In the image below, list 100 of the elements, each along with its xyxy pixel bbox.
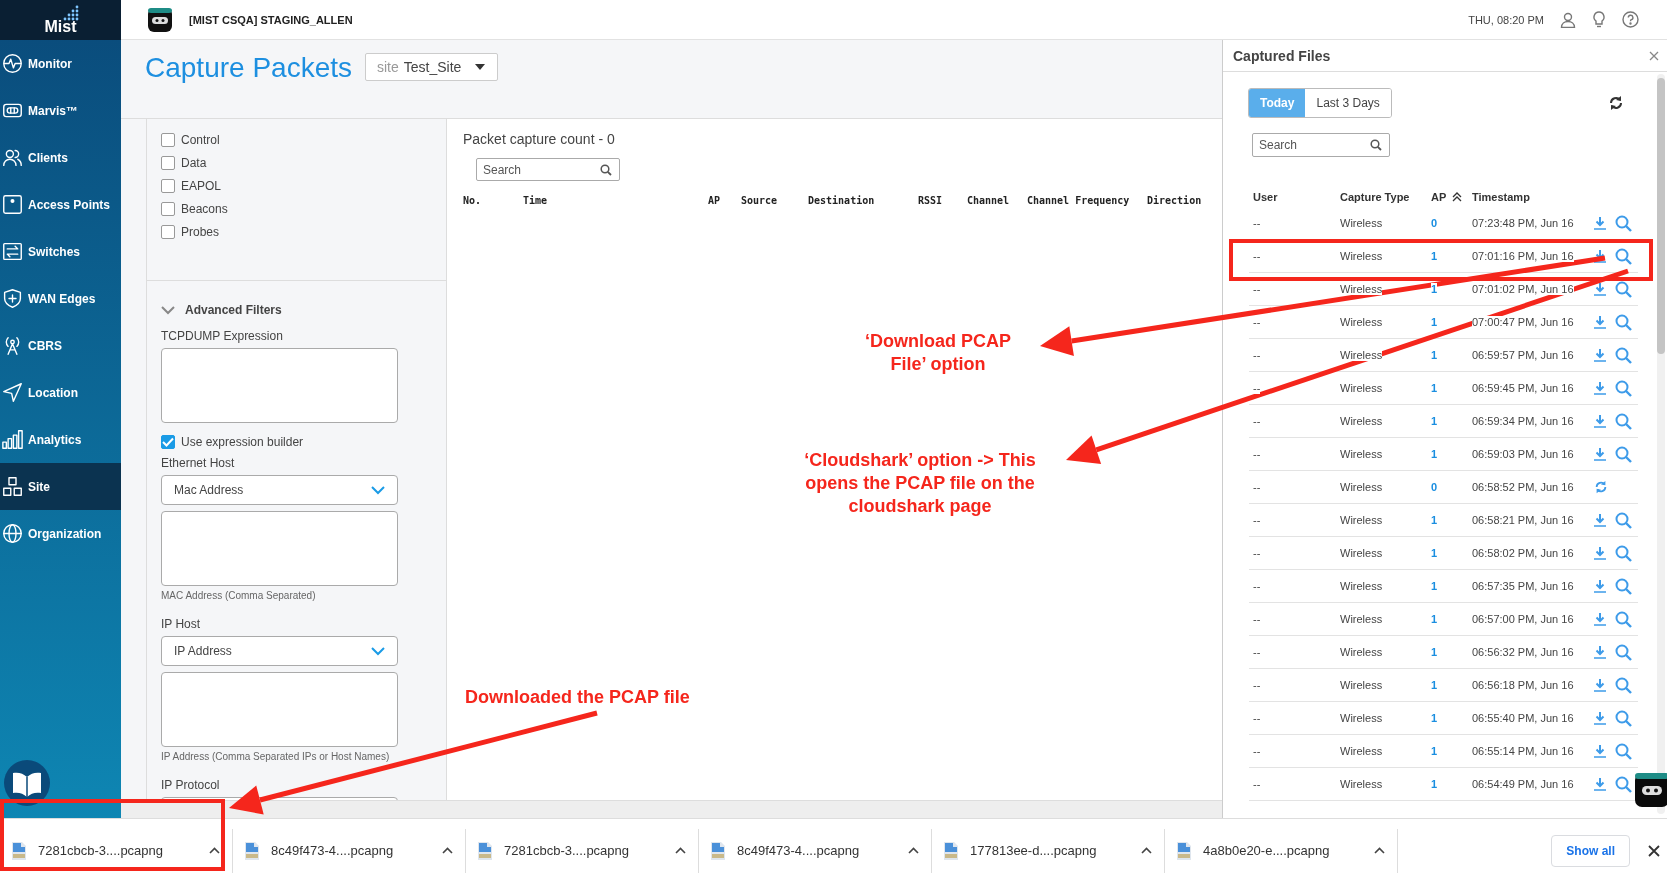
download-icon[interactable]	[1594, 579, 1606, 593]
ap-link[interactable]: 1	[1431, 316, 1438, 328]
column-header[interactable]: AP	[708, 195, 721, 206]
download-icon[interactable]	[1594, 711, 1606, 725]
nav-item[interactable]: CBRS	[0, 322, 121, 369]
refresh-icon[interactable]	[1608, 95, 1624, 111]
column-header[interactable]: Time	[523, 195, 548, 206]
show-all-button[interactable]: Show all	[1551, 834, 1630, 867]
ap-link[interactable]: 1	[1431, 580, 1438, 592]
ap-link[interactable]: 1	[1431, 547, 1438, 559]
ap-link[interactable]: 1	[1431, 448, 1438, 460]
nav-item[interactable]: Organization	[0, 510, 121, 557]
nav-item[interactable]: Switches	[0, 228, 121, 275]
ap-link[interactable]: 1	[1431, 283, 1438, 295]
ap-link[interactable]: 1	[1431, 646, 1438, 658]
download-item[interactable]: 177813ee-d....pcapng	[932, 828, 1165, 873]
download-icon[interactable]	[1594, 744, 1606, 758]
book-icon[interactable]	[4, 760, 50, 806]
ap-link[interactable]: 1	[1431, 613, 1438, 625]
field-label: IP Host	[161, 617, 202, 631]
checkbox[interactable]	[161, 155, 175, 170]
nav-item[interactable]: Access Points	[0, 181, 121, 228]
checkbox[interactable]	[161, 178, 175, 193]
search-icon[interactable]	[600, 163, 612, 176]
download-icon[interactable]	[1594, 678, 1606, 692]
download-icon[interactable]	[1594, 546, 1606, 560]
table-cell: 06:56:18 PM, Jun 16	[1472, 679, 1574, 691]
column-header[interactable]: RSSI	[918, 195, 943, 206]
ap-link[interactable]: 1	[1431, 679, 1438, 691]
close-icon[interactable]	[1648, 844, 1660, 857]
ap-link[interactable]: 1	[1431, 382, 1438, 394]
ap-link[interactable]: 1	[1431, 778, 1438, 790]
table-cell: 06:58:21 PM, Jun 16	[1472, 514, 1574, 526]
column-header[interactable]: Timestamp	[1472, 190, 1530, 203]
ap-link[interactable]: 0	[1431, 217, 1438, 229]
download-item[interactable]: 8c49f473-4....pcapng	[233, 828, 466, 873]
column-header[interactable]: Source	[741, 195, 778, 206]
download-icon[interactable]	[1594, 249, 1606, 263]
user-icon[interactable]	[1560, 11, 1576, 28]
download-icon[interactable]	[1594, 777, 1606, 791]
column-header[interactable]: Direction	[1147, 195, 1202, 206]
ap-link[interactable]: 1	[1431, 349, 1438, 361]
download-item[interactable]: 8c49f473-4....pcapng	[699, 828, 932, 873]
search-icon[interactable]	[1615, 280, 1632, 298]
download-icon[interactable]	[1594, 612, 1606, 626]
scrollbar[interactable]	[1657, 74, 1665, 814]
site-dropdown[interactable]: site Test_Site	[365, 53, 499, 81]
search-field[interactable]: Search	[1252, 133, 1390, 157]
checkbox[interactable]	[161, 224, 175, 239]
file-icon	[245, 841, 259, 860]
column-header[interactable]: Channel	[967, 195, 1010, 206]
column-header[interactable]: User	[1253, 190, 1278, 203]
download-item[interactable]: 7281cbcb-3....pcapng	[0, 828, 233, 873]
ap-link[interactable]: 1	[1431, 514, 1438, 526]
download-icon[interactable]	[1594, 513, 1606, 527]
ap-link[interactable]: 0	[1431, 481, 1438, 493]
download-icon[interactable]	[1594, 282, 1606, 296]
download-icon[interactable]	[1594, 315, 1606, 329]
checkbox[interactable]	[161, 434, 175, 449]
text-area[interactable]	[161, 511, 398, 586]
column-header[interactable]: Destination	[808, 195, 875, 206]
download-icon[interactable]	[1594, 447, 1606, 461]
download-icon[interactable]	[1594, 381, 1606, 395]
robot-icon[interactable]	[147, 6, 173, 33]
chevron-icon[interactable]	[161, 305, 175, 315]
nav-item[interactable]: Location	[0, 369, 121, 416]
ap-link[interactable]: 1	[1431, 415, 1438, 427]
checkbox[interactable]	[161, 132, 175, 147]
text-area[interactable]	[161, 348, 398, 423]
table-cell: 07:00:47 PM, Jun 16	[1472, 316, 1574, 328]
caret-up-icon	[1374, 847, 1385, 854]
nav-item[interactable]: WAN Edges	[0, 275, 121, 322]
lightbulb-icon[interactable]	[1592, 11, 1606, 28]
chat-robot-icon[interactable]	[1635, 773, 1667, 807]
horizontal-scrollbar[interactable]	[121, 800, 1222, 818]
nav-item[interactable]: Analytics	[0, 416, 121, 463]
checkbox[interactable]	[161, 201, 175, 216]
select-field[interactable]: IP Address	[161, 636, 398, 666]
search-field[interactable]: Search	[476, 158, 620, 181]
text-area[interactable]	[161, 672, 398, 747]
column-header[interactable]: AP	[1431, 190, 1447, 203]
download-icon[interactable]	[1594, 414, 1606, 428]
download-icon[interactable]	[1594, 645, 1606, 659]
column-header[interactable]: Channel Frequency	[1027, 195, 1130, 206]
nav-item[interactable]: Marvis™	[0, 87, 121, 134]
ap-link[interactable]: 1	[1431, 250, 1438, 262]
search-icon[interactable]	[1370, 139, 1382, 151]
ap-link[interactable]: 1	[1431, 712, 1438, 724]
download-item[interactable]: 7281cbcb-3....pcapng	[466, 828, 699, 873]
nav-item[interactable]: Clients	[0, 134, 121, 181]
help-icon[interactable]	[1622, 11, 1639, 28]
download-icon[interactable]	[1594, 348, 1606, 362]
select-field[interactable]: Mac Address	[161, 475, 398, 505]
column-header[interactable]: Capture Type	[1340, 190, 1410, 203]
column-header[interactable]: No.	[463, 195, 482, 206]
ap-link[interactable]: 1	[1431, 745, 1438, 757]
nav-item[interactable]: Monitor	[0, 40, 121, 87]
download-icon[interactable]	[1594, 216, 1606, 230]
nav-item[interactable]: Site	[0, 463, 121, 510]
download-item[interactable]: 4a8b0e20-e....pcapng	[1165, 828, 1398, 873]
